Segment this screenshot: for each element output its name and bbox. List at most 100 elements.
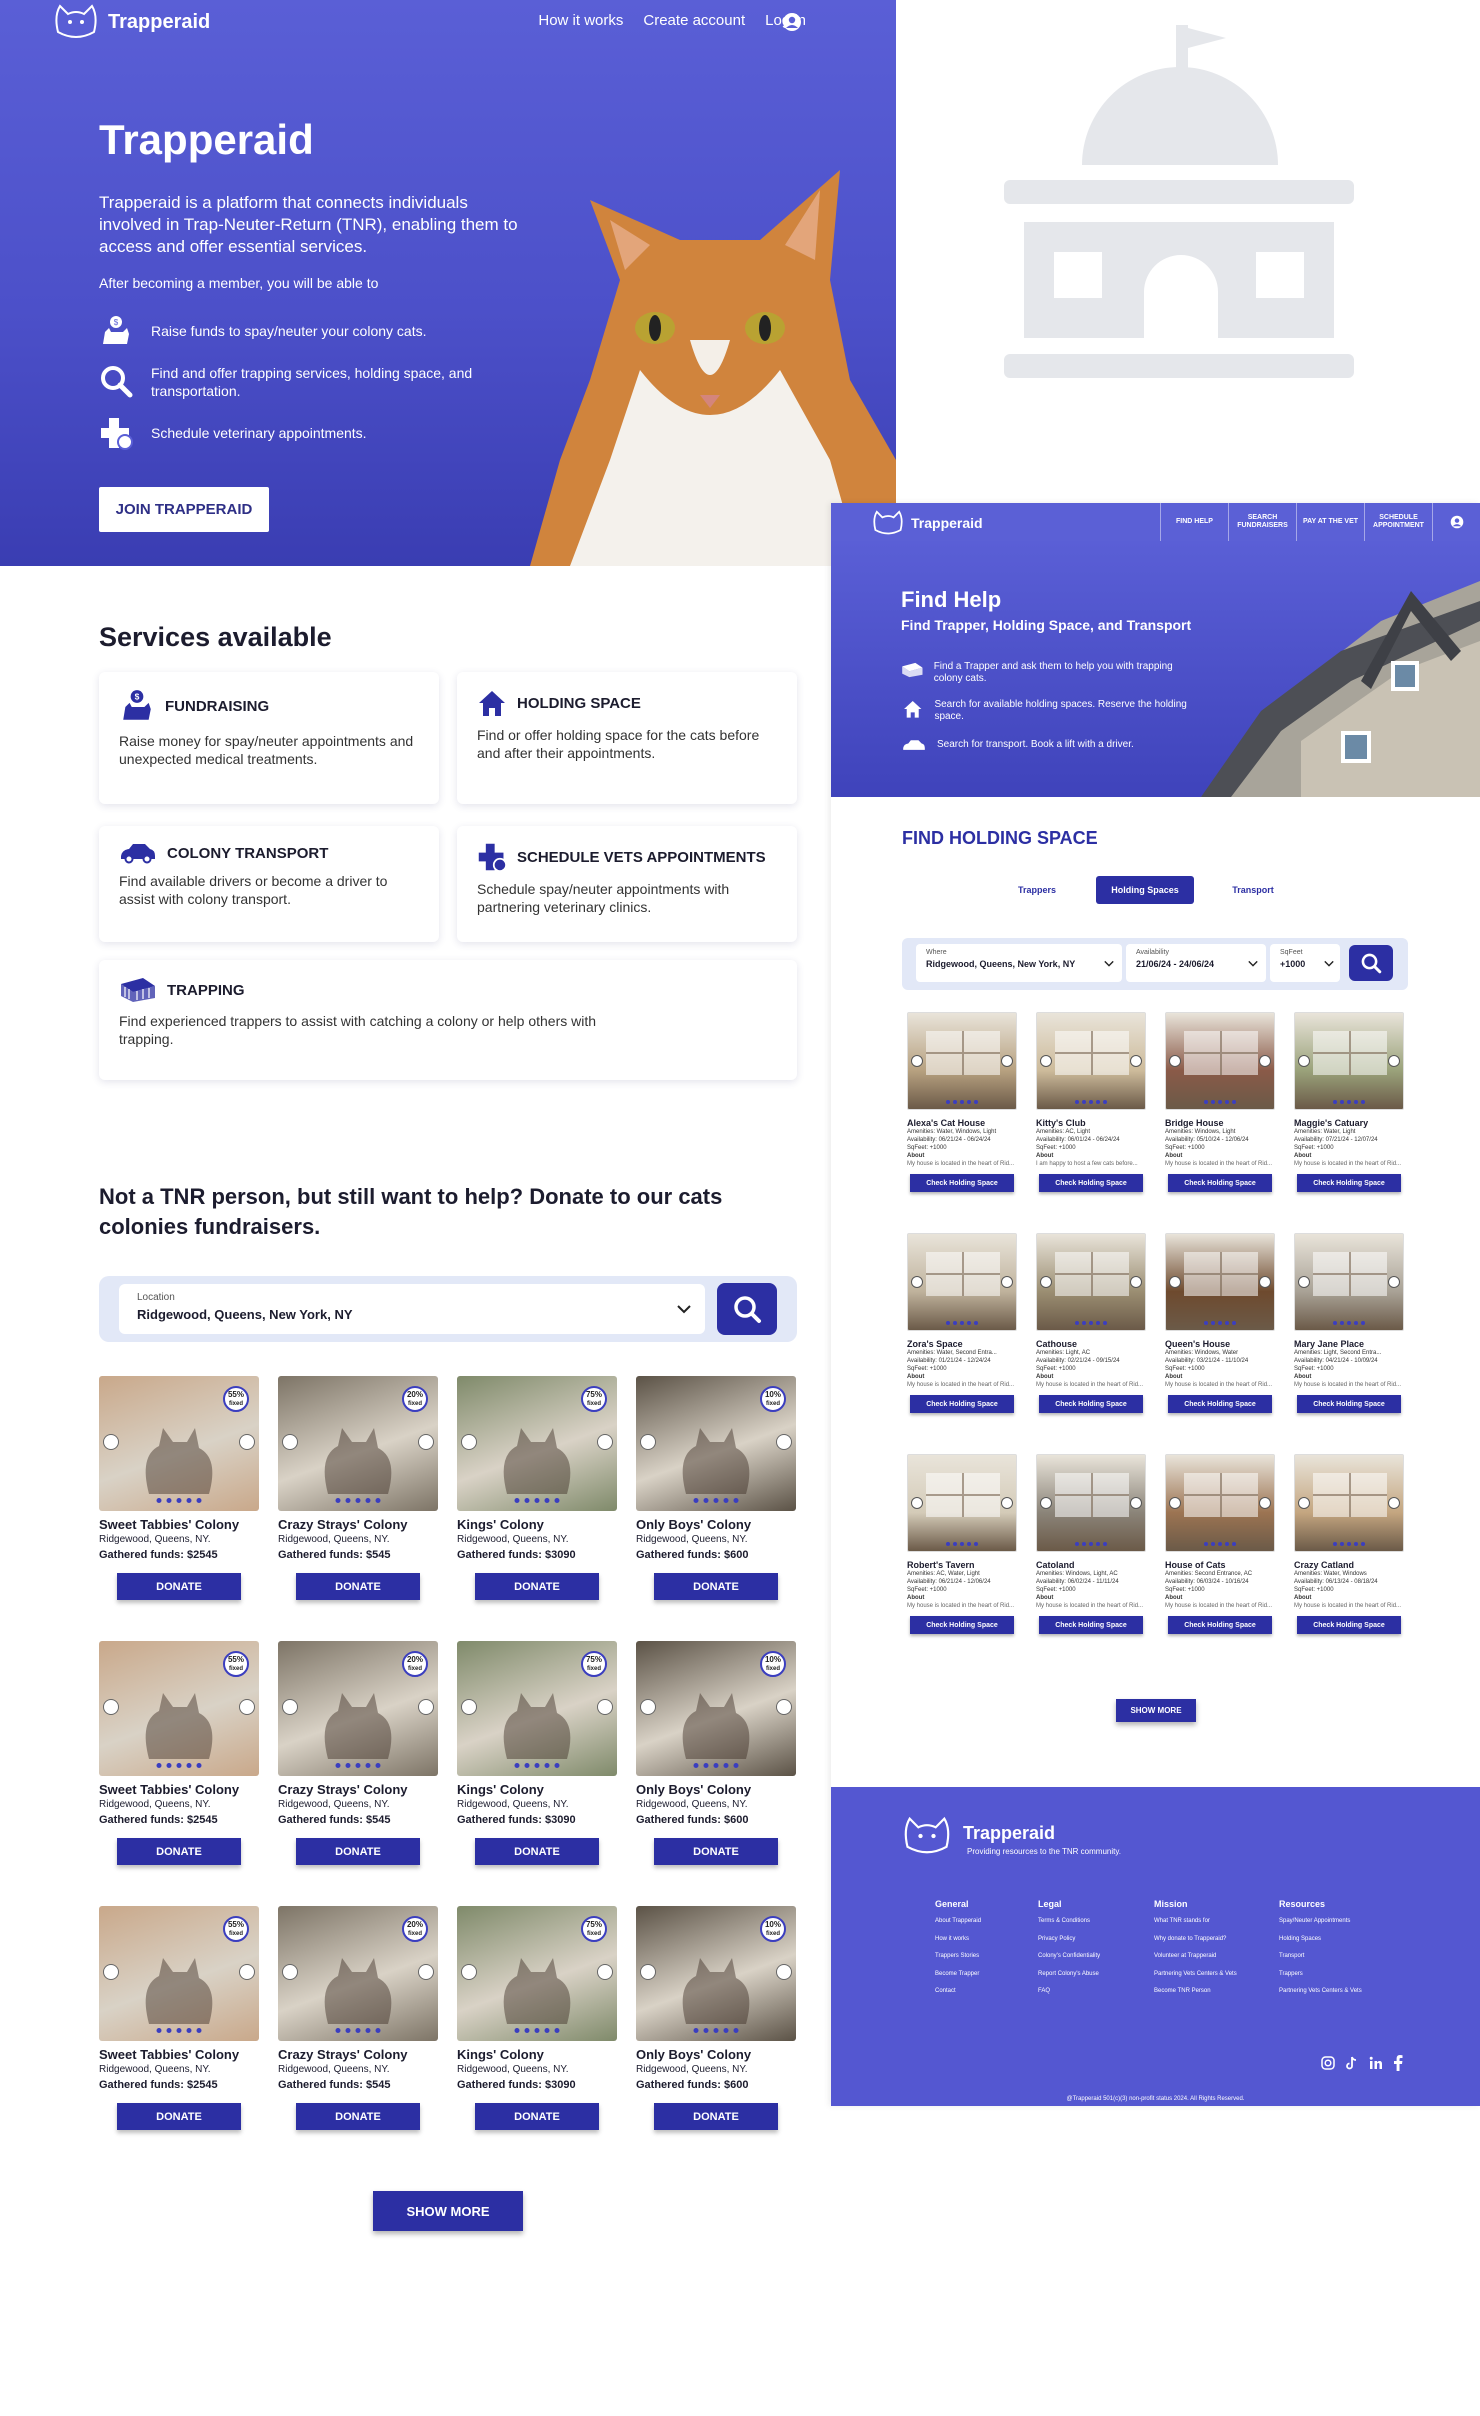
next-arrow-icon[interactable]	[597, 1434, 613, 1450]
check-holding-space-button[interactable]: Check Holding Space	[1039, 1395, 1143, 1413]
holding-space-photo[interactable]	[1294, 1012, 1404, 1110]
colony-card[interactable]: 55% fixed Sweet Tabbies' Colony Ridgewood, …	[99, 1906, 259, 2130]
footer-link[interactable]: Why donate to Trapperaid?	[1154, 1931, 1237, 1949]
user-icon[interactable]	[782, 12, 802, 32]
check-holding-space-button[interactable]: Check Holding Space	[1168, 1395, 1272, 1413]
service-card-holding-space[interactable]: HOLDING SPACE Find or offer holding spac…	[457, 672, 797, 804]
prev-arrow-icon[interactable]	[911, 1276, 923, 1288]
footer-link[interactable]: Terms & Conditions	[1038, 1913, 1100, 1931]
next-arrow-icon[interactable]	[776, 1699, 792, 1715]
availability-field[interactable]: Availability 21/06/24 - 24/06/24	[1126, 944, 1266, 982]
instagram-icon[interactable]	[1321, 2056, 1335, 2070]
tab-search-fundraisers[interactable]: SEARCH FUNDRAISERS	[1228, 503, 1296, 541]
prev-arrow-icon[interactable]	[461, 1964, 477, 1980]
facebook-icon[interactable]	[1393, 2055, 1403, 2071]
holding-space-card[interactable]: House of Cats Amenities: Second Entrance,…	[1165, 1454, 1277, 1634]
donate-button[interactable]: DONATE	[296, 1573, 420, 1600]
prev-arrow-icon[interactable]	[640, 1964, 656, 1980]
check-holding-space-button[interactable]: Check Holding Space	[910, 1616, 1014, 1634]
holding-space-photo[interactable]	[907, 1233, 1017, 1331]
check-holding-space-button[interactable]: Check Holding Space	[1297, 1174, 1401, 1192]
colony-card[interactable]: 10% fixed Only Boys' Colony Ridgewood, Quee…	[636, 1641, 796, 1865]
footer-link[interactable]: Privacy Policy	[1038, 1931, 1100, 1949]
next-arrow-icon[interactable]	[1259, 1276, 1271, 1288]
colony-card[interactable]: 20% fixed Crazy Strays' Colony Ridgewood, Q…	[278, 1906, 438, 2130]
colony-photo[interactable]: 55% fixed	[99, 1641, 259, 1776]
holding-space-card[interactable]: Queen's House Amenities: Windows, Water Av…	[1165, 1233, 1277, 1413]
prev-arrow-icon[interactable]	[1298, 1055, 1310, 1067]
colony-photo[interactable]: 75% fixed	[457, 1376, 617, 1511]
sqfeet-field[interactable]: SqFeet +1000	[1270, 944, 1340, 982]
prev-arrow-icon[interactable]	[282, 1964, 298, 1980]
prev-arrow-icon[interactable]	[1169, 1497, 1181, 1509]
colony-photo[interactable]: 10% fixed	[636, 1376, 796, 1511]
prev-arrow-icon[interactable]	[1040, 1497, 1052, 1509]
next-arrow-icon[interactable]	[1388, 1497, 1400, 1509]
holding-space-photo[interactable]	[1294, 1233, 1404, 1331]
holding-space-photo[interactable]	[1036, 1454, 1146, 1552]
chevron-down-icon[interactable]	[1248, 960, 1258, 967]
footer-link[interactable]: Trappers Stories	[935, 1948, 981, 1966]
donate-button[interactable]: DONATE	[475, 1838, 599, 1865]
colony-photo[interactable]: 20% fixed	[278, 1641, 438, 1776]
footer-link[interactable]: Holding Spaces	[1279, 1931, 1362, 1949]
prev-arrow-icon[interactable]	[103, 1964, 119, 1980]
holding-space-photo[interactable]	[1294, 1454, 1404, 1552]
holding-space-card[interactable]: Zora's Space Amenities: Water, Second Ent…	[907, 1233, 1019, 1413]
donate-button[interactable]: DONATE	[296, 2103, 420, 2130]
prev-arrow-icon[interactable]	[1298, 1276, 1310, 1288]
holding-space-card[interactable]: Bridge House Amenities: Windows, Light Ava…	[1165, 1012, 1277, 1192]
donate-button[interactable]: DONATE	[654, 1573, 778, 1600]
donate-button[interactable]: DONATE	[475, 2103, 599, 2130]
next-arrow-icon[interactable]	[239, 1964, 255, 1980]
prev-arrow-icon[interactable]	[103, 1699, 119, 1715]
holding-space-card[interactable]: Cathouse Amenities: Light, AC Availability…	[1036, 1233, 1148, 1413]
tab-pay-at-vet[interactable]: PAY AT THE VET	[1296, 503, 1364, 541]
holding-space-card[interactable]: Kitty's Club Amenities: AC, Light Availabi…	[1036, 1012, 1148, 1192]
footer-link[interactable]: Colony's Confidentiality	[1038, 1948, 1100, 1966]
footer-link[interactable]: Become Trapper	[935, 1966, 981, 1984]
colony-photo[interactable]: 20% fixed	[278, 1376, 438, 1511]
nav-create-account[interactable]: Create account	[643, 12, 745, 29]
check-holding-space-button[interactable]: Check Holding Space	[910, 1395, 1014, 1413]
tiktok-icon[interactable]	[1345, 2056, 1359, 2070]
prev-arrow-icon[interactable]	[1040, 1276, 1052, 1288]
prev-arrow-icon[interactable]	[640, 1434, 656, 1450]
prev-arrow-icon[interactable]	[461, 1434, 477, 1450]
footer-link[interactable]: Partnering Vets Centers & Vets	[1154, 1966, 1237, 1984]
join-trapperaid-button[interactable]: JOIN TRAPPERAID	[99, 487, 269, 532]
holding-show-more-button[interactable]: SHOW MORE	[1116, 1699, 1196, 1722]
prev-arrow-icon[interactable]	[1298, 1497, 1310, 1509]
footer-link[interactable]: FAQ	[1038, 1983, 1100, 2001]
where-field[interactable]: Where Ridgewood, Queens, New York, NY	[916, 944, 1122, 982]
holding-space-card[interactable]: Mary Jane Place Amenities: Light, Second …	[1294, 1233, 1406, 1413]
service-card-colony-transport[interactable]: COLONY TRANSPORT Find available drivers …	[99, 826, 439, 942]
donate-show-more-button[interactable]: SHOW MORE	[373, 2191, 523, 2231]
brand-logo[interactable]: Trapperaid	[52, 2, 210, 42]
chevron-down-icon[interactable]	[677, 1304, 691, 1314]
next-arrow-icon[interactable]	[418, 1964, 434, 1980]
holding-space-photo[interactable]	[907, 1012, 1017, 1110]
colony-card[interactable]: 75% fixed Kings' Colony Ridgewood, Queens, …	[457, 1376, 617, 1600]
tab-find-help[interactable]: FIND HELP	[1160, 503, 1228, 541]
prev-arrow-icon[interactable]	[911, 1055, 923, 1067]
donate-search-button[interactable]	[717, 1283, 777, 1335]
holding-space-card[interactable]: Catoland Amenities: Windows, Light, AC Ava…	[1036, 1454, 1148, 1634]
tab-transport[interactable]: Transport	[1204, 876, 1302, 904]
next-arrow-icon[interactable]	[1259, 1497, 1271, 1509]
chevron-down-icon[interactable]	[1324, 960, 1334, 967]
check-holding-space-button[interactable]: Check Holding Space	[1168, 1174, 1272, 1192]
check-holding-space-button[interactable]: Check Holding Space	[910, 1174, 1014, 1192]
service-card-trapping[interactable]: TRAPPING Find experienced trappers to as…	[99, 960, 797, 1080]
prev-arrow-icon[interactable]	[1040, 1055, 1052, 1067]
holding-space-photo[interactable]	[1036, 1012, 1146, 1110]
next-arrow-icon[interactable]	[1130, 1497, 1142, 1509]
next-arrow-icon[interactable]	[1388, 1276, 1400, 1288]
colony-card[interactable]: 75% fixed Kings' Colony Ridgewood, Queens, …	[457, 1906, 617, 2130]
colony-photo[interactable]: 20% fixed	[278, 1906, 438, 2041]
footer-link[interactable]: How it works	[935, 1931, 981, 1949]
prev-arrow-icon[interactable]	[282, 1699, 298, 1715]
tab-holding-spaces[interactable]: Holding Spaces	[1096, 876, 1194, 904]
footer-link[interactable]: Become TNR Person	[1154, 1983, 1237, 2001]
donate-button[interactable]: DONATE	[117, 2103, 241, 2130]
